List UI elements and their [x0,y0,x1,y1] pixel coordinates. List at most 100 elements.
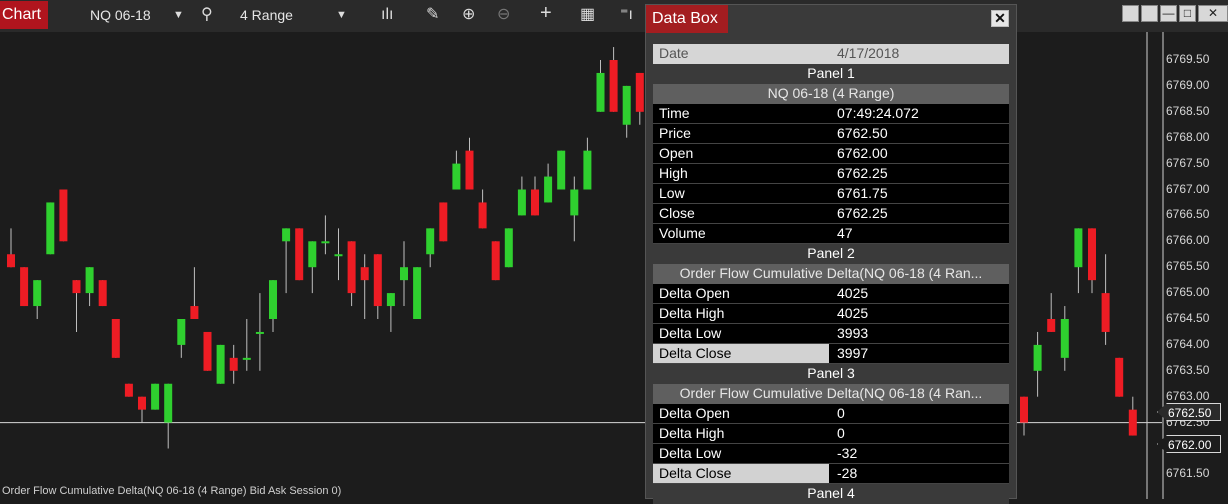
close-window-icon[interactable]: ✕ [1198,5,1228,22]
candle [7,228,15,268]
up-candle-body [517,189,526,216]
down-candle-body [295,228,304,281]
zoom-in-icon[interactable]: ⊕ [462,4,475,26]
row-label: Low [653,184,829,203]
candle [635,72,644,125]
candle [426,228,435,268]
price-tick-label: 6768.00 [1166,129,1210,144]
candle [334,228,343,281]
bar-type-selector[interactable]: 4 Range [240,5,293,25]
instrument-chevron-down-icon[interactable]: ▼ [173,5,184,25]
down-candle-body [360,267,369,281]
candle [491,241,500,281]
instrument-selector[interactable]: NQ 06-18 [90,5,151,25]
panel-header: Panel 1 [653,64,1009,84]
candle [242,319,251,371]
data-box-row: Price 6762.50 [653,124,1009,144]
down-candle-body [111,319,120,358]
price-tick-label: 6763.50 [1166,362,1210,377]
up-candle-body [46,202,55,255]
chart-toolbar: Chart NQ 06-18 ▼ ⚲ 4 Range ▼ ılı ✎ ⊕ ⊖ +… [0,0,1228,32]
drawing-tool-icon[interactable]: ✎ [426,4,439,26]
candle [282,228,291,294]
candle [504,228,513,268]
row-value: 0 [831,404,1009,423]
candle [111,319,120,358]
up-candle-body [426,228,435,255]
down-candle-body [465,150,474,190]
row-value: 6762.25 [831,204,1009,223]
row-label: Price [653,124,829,143]
price-tick-label: 6764.00 [1166,336,1210,351]
up-candle-body [400,267,408,281]
up-candle-body [583,150,592,190]
chart-tab[interactable]: Chart [0,1,48,29]
price-tick-label: 6763.00 [1166,388,1210,403]
candle [439,202,448,242]
candle [255,293,264,371]
down-candle-body [59,189,68,242]
candle [1020,396,1028,436]
date-row: Date 4/17/2018 [653,44,1009,64]
date-value: 4/17/2018 [837,45,900,61]
data-box-row: Delta High 0 [653,424,1009,444]
up-candle-body [255,331,264,334]
up-candle-body [269,280,277,319]
minimize-icon[interactable]: — [1160,5,1177,22]
up-candle-body [544,176,553,203]
up-candle-body [282,228,291,242]
up-candle-body [334,254,343,257]
row-value: 6761.75 [831,184,1009,203]
candle [622,85,631,138]
candle [308,241,317,294]
row-label: Delta Open [653,284,829,303]
row-value: 4025 [831,304,1009,323]
down-candle-body [98,280,107,307]
zoom-out-icon[interactable]: ⊖ [497,4,510,26]
up-candle-body [504,228,513,268]
row-label: Delta High [653,304,829,323]
candle [177,319,186,358]
crosshair-icon[interactable]: + [540,2,552,24]
indicators-icon[interactable]: ⁼ı [620,4,633,26]
down-candle-body [1047,319,1056,332]
row-value: 07:49:24.072 [831,104,1009,123]
data-box-title[interactable]: Data Box [646,5,728,33]
up-candle-body [1060,319,1069,358]
data-box-row: Low 6761.75 [653,184,1009,204]
price-tick-label: 6769.00 [1166,77,1210,92]
panel-header: Panel 4 [653,484,1009,504]
row-label: Open [653,144,829,163]
search-icon[interactable]: ⚲ [201,4,213,26]
candle [1088,228,1096,294]
up-candle-body [452,163,461,190]
bar-type-chevron-down-icon[interactable]: ▼ [336,5,347,25]
down-candle-body [347,241,356,294]
down-candle-body [531,189,539,216]
window-tile-2-icon[interactable] [1141,5,1158,22]
price-tick-label: 6769.50 [1166,52,1210,66]
up-candle-body [1033,344,1042,371]
maximize-icon[interactable]: □ [1179,5,1196,22]
up-candle-body [622,85,631,125]
candle [229,344,238,384]
down-candle-body [1020,396,1028,423]
down-candle-body [190,306,199,319]
row-value: 6762.00 [831,144,1009,163]
row-label: Delta Low [653,444,829,463]
candle [557,150,566,190]
candle [386,293,395,332]
panel-series-name: NQ 06-18 (4 Range) [653,84,1009,104]
down-candle-body [373,254,382,307]
chart-style-icon[interactable]: ılı [381,4,393,26]
candle [190,267,199,319]
panel-series-name: Order Flow Cumulative Delta(NQ 06-18 (4 … [653,264,1009,284]
candle [124,383,133,397]
window-tile-icon[interactable] [1122,5,1139,22]
data-box-icon[interactable]: ▦ [580,4,595,26]
data-box-row: Close 6762.25 [653,204,1009,224]
down-candle-body [635,72,644,112]
data-box-window[interactable]: Data Box ✕ Date 4/17/2018 Panel 1 NQ 06-1… [645,4,1017,504]
close-icon[interactable]: ✕ [991,10,1009,27]
up-candle-body [308,241,317,268]
